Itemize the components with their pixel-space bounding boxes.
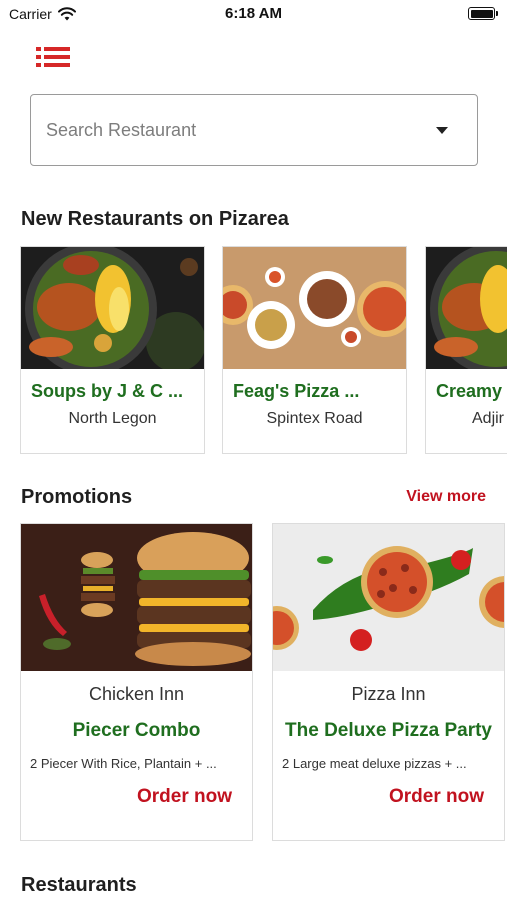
new-restaurants-carousel[interactable]: Soups by J & C ... North Legon Feag's Pi…	[20, 246, 507, 454]
battery-icon	[468, 7, 498, 20]
restaurant-image	[223, 247, 406, 369]
promotion-description: 2 Large meat deluxe pizzas + ...	[282, 756, 467, 771]
order-now-button[interactable]: Order now	[137, 786, 232, 808]
menu-icon[interactable]	[36, 46, 70, 68]
search-input[interactable]	[46, 119, 436, 141]
restaurant-card[interactable]: Soups by J & C ... North Legon	[20, 246, 205, 454]
restaurant-location: Adjir	[472, 410, 505, 427]
order-now-button[interactable]: Order now	[389, 786, 484, 808]
restaurant-location: North Legon	[68, 410, 157, 427]
restaurant-card[interactable]: Feag's Pizza ... Spintex Road	[222, 246, 407, 454]
promotion-restaurant: Pizza Inn	[351, 684, 426, 704]
search-dropdown[interactable]	[30, 94, 478, 166]
promotions-carousel[interactable]: Chicken Inn Piecer Combo 2 Piecer With R…	[20, 523, 507, 843]
status-bar: Carrier 6:18 AM	[0, 0, 507, 28]
restaurant-location: Spintex Road	[266, 410, 363, 427]
status-time: 6:18 AM	[225, 5, 282, 22]
restaurant-name: Soups by J & C ...	[31, 381, 184, 401]
view-more-link[interactable]: View more	[406, 488, 486, 506]
promotion-image	[21, 524, 252, 671]
promotion-title: Piecer Combo	[72, 720, 201, 741]
promotion-card[interactable]: Chicken Inn Piecer Combo 2 Piecer With R…	[20, 523, 253, 841]
promotions-heading: Promotions	[21, 486, 133, 508]
dropdown-caret-icon[interactable]	[436, 126, 448, 134]
restaurant-name: Creamy	[436, 381, 503, 401]
restaurant-image	[426, 247, 507, 369]
restaurant-card[interactable]: Creamy Adjir	[425, 246, 507, 454]
promotion-title: The Deluxe Pizza Party	[285, 720, 492, 741]
restaurants-heading: Restaurants	[21, 874, 137, 896]
promotion-image	[273, 524, 504, 671]
new-restaurants-heading: New Restaurants on Pizarea	[21, 208, 289, 230]
promotion-card[interactable]: Pizza Inn The Deluxe Pizza Party 2 Large…	[272, 523, 505, 841]
restaurant-name: Feag's Pizza ...	[233, 381, 360, 401]
promotion-restaurant: Chicken Inn	[88, 684, 185, 704]
restaurant-image	[21, 247, 204, 369]
promotion-description: 2 Piecer With Rice, Plantain + ...	[30, 756, 217, 771]
